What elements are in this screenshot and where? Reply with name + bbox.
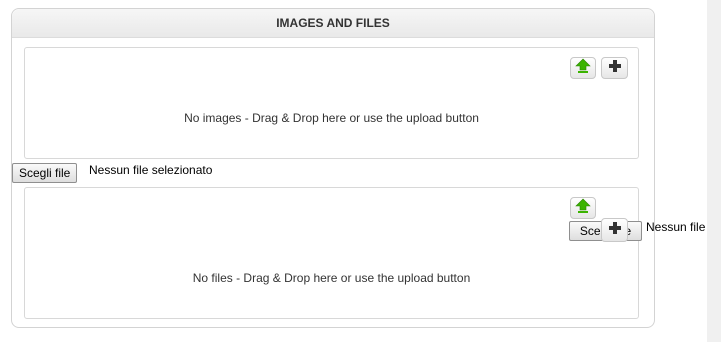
plus-icon	[608, 59, 622, 78]
images-empty-text: No images - Drag & Drop here or use the …	[184, 111, 479, 125]
panel-title: IMAGES AND FILES	[12, 9, 654, 38]
upload-images-button[interactable]	[570, 57, 596, 79]
images-dropzone[interactable]: No images - Drag & Drop here or use the …	[24, 47, 639, 159]
upload-arrow-icon	[575, 58, 591, 79]
upload-arrow-icon	[575, 198, 591, 219]
add-image-button[interactable]	[601, 57, 628, 79]
no-file-selected-text: Nessun file selezionato	[89, 163, 213, 177]
files-dropzone[interactable]: No files - Drag & Drop here or use the u…	[24, 187, 639, 319]
add-file-button[interactable]	[601, 218, 628, 242]
choose-file-button[interactable]: Scegli file	[12, 163, 78, 183]
plus-icon	[608, 221, 622, 240]
no-file-selected-text-2: Nessun file selezionato	[646, 220, 708, 234]
upload-files-button[interactable]	[570, 197, 596, 219]
file-status-clip: Nessun file selezionato	[646, 220, 708, 238]
files-empty-text: No files - Drag & Drop here or use the u…	[192, 271, 471, 285]
page-scrollbar[interactable]	[707, 0, 721, 342]
